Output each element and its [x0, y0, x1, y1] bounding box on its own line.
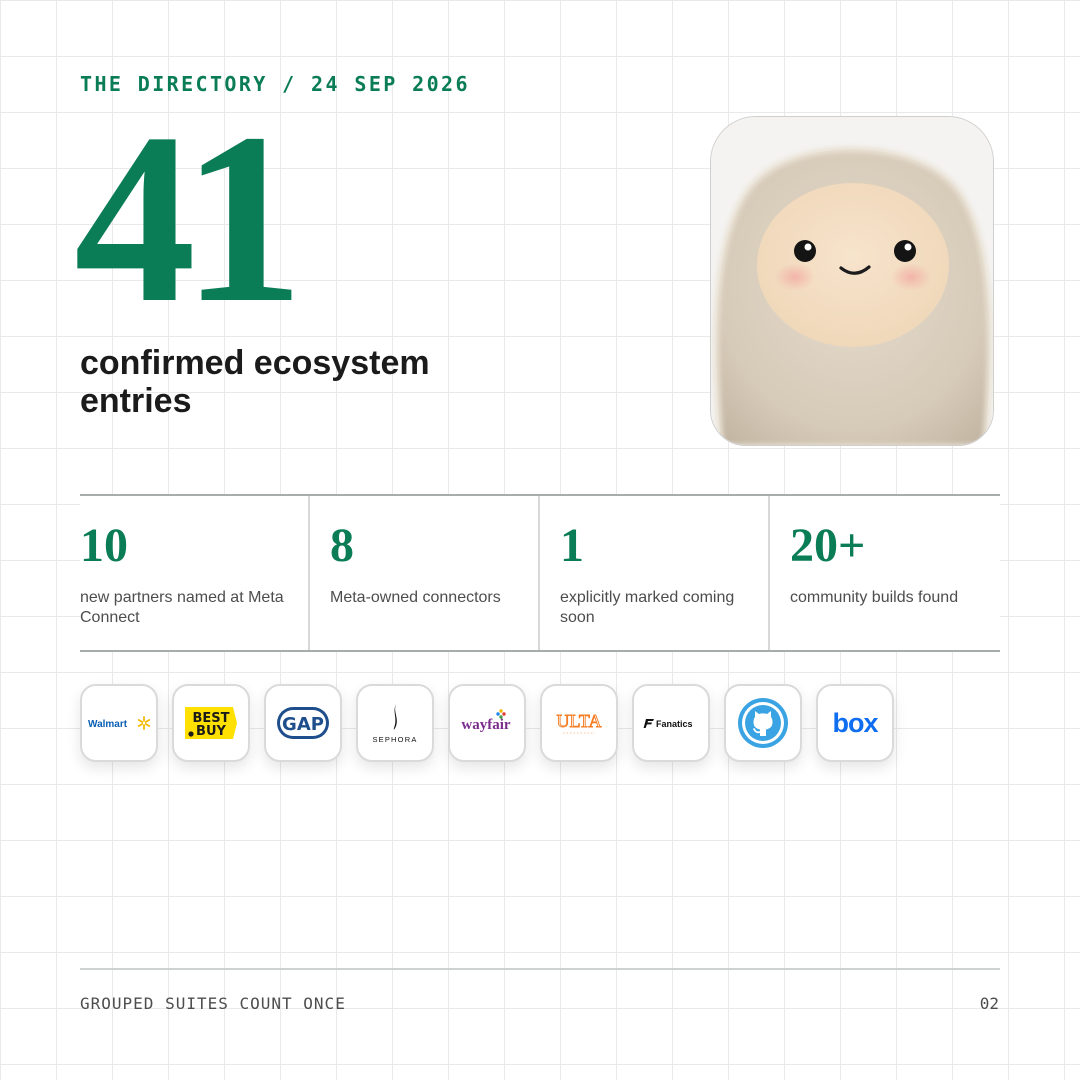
hero-caption: confirmed ecosystem entries [80, 344, 430, 420]
stat-partners: 10 new partners named at Meta Connect [80, 496, 310, 650]
bestbuy-logo-tile: BEST BUY [172, 684, 250, 762]
sephora-logo-icon: SEPHORA [372, 704, 417, 744]
svg-text:wayfair: wayfair [461, 717, 510, 733]
partner-logos-row: Walmart BEST BUY GAP SEPHORA wayfair ULT… [80, 684, 894, 762]
svg-text:box: box [832, 708, 878, 738]
svg-text:SEPHORA: SEPHORA [372, 735, 417, 744]
box-logo-icon: box [832, 708, 879, 738]
page-number: 02 [979, 994, 999, 1013]
fanatics-logo-icon: Fanatics [643, 719, 693, 729]
wayfair-logo-icon: wayfair [461, 709, 511, 733]
walmart-logo-icon: Walmart [88, 716, 151, 730]
hero-number: 41 [74, 83, 304, 353]
stat-label: community builds found [790, 589, 959, 606]
mascot-image [710, 116, 994, 446]
stat-label: Meta-owned connectors [330, 589, 501, 606]
svg-text:ULTA: ULTA [557, 711, 602, 731]
stat-coming-soon: 1 explicitly marked coming soon [540, 496, 770, 650]
sephora-logo-tile: SEPHORA [356, 684, 434, 762]
gap-logo-tile: GAP [264, 684, 342, 762]
stat-value: 1 [560, 519, 584, 572]
walmart-logo-tile: Walmart [80, 684, 158, 762]
github-logo-tile [724, 684, 802, 762]
svg-text:Walmart: Walmart [88, 719, 128, 730]
stat-label: explicitly marked coming soon [560, 589, 735, 626]
footer-note: GROUPED SUITES COUNT ONCE [80, 994, 346, 1013]
stat-value: 8 [330, 519, 354, 572]
svg-text:Fanatics: Fanatics [656, 719, 693, 729]
gap-logo-icon: GAP [277, 707, 329, 739]
svg-text:GAP: GAP [282, 714, 324, 735]
bestbuy-logo-icon: BEST BUY [185, 707, 237, 739]
wayfair-logo-tile: wayfair [448, 684, 526, 762]
ulta-logo-tile: ULTA [540, 684, 618, 762]
stat-value: 20+ [790, 519, 866, 572]
stat-value: 10 [80, 519, 128, 572]
box-logo-tile: box [816, 684, 894, 762]
stat-community-builds: 20+ community builds found [770, 496, 1000, 650]
stat-label: new partners named at Meta Connect [80, 589, 284, 626]
fluffy-mascot-icon [711, 117, 993, 445]
fanatics-logo-tile: Fanatics [632, 684, 710, 762]
svg-text:BUY: BUY [196, 724, 226, 739]
stat-meta-connectors: 8 Meta-owned connectors [310, 496, 540, 650]
footer-divider [80, 968, 1000, 970]
github-logo-icon [738, 698, 788, 748]
ulta-logo-icon: ULTA [556, 711, 602, 734]
stats-row: 10 new partners named at Meta Connect 8 … [80, 494, 1000, 652]
